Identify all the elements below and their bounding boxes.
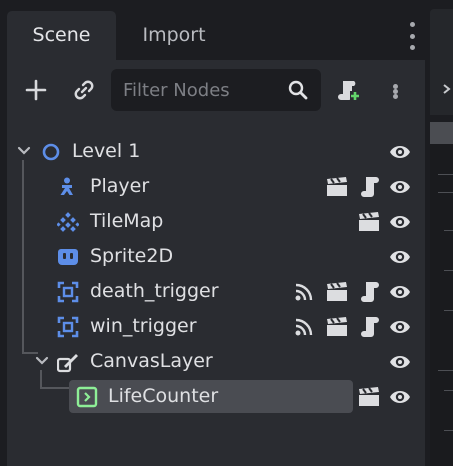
viewport-edge	[430, 9, 453, 466]
tree-node-player[interactable]: Player	[7, 169, 425, 204]
area2d-icon	[57, 316, 79, 338]
add-icon	[25, 79, 47, 101]
node-name: Level 1	[72, 140, 141, 162]
visibility-eye-icon[interactable]	[388, 246, 412, 268]
dock-menu-icon[interactable]	[407, 22, 417, 50]
open-scene-clapper-icon[interactable]	[357, 211, 381, 233]
sprite2d-icon	[58, 249, 78, 265]
chevron-down-icon[interactable]	[17, 144, 31, 158]
tree-node-sprite2d[interactable]: Sprite2D	[7, 239, 425, 274]
instantiate-scene-button[interactable]	[68, 74, 100, 106]
tree-node-tilemap[interactable]: TileMap	[7, 204, 425, 239]
tree-node-death-trigger[interactable]: death_trigger	[7, 274, 425, 309]
open-scene-clapper-icon[interactable]	[325, 316, 349, 338]
add-node-button[interactable]	[20, 74, 52, 106]
control-icon	[76, 386, 98, 408]
filter-nodes-input[interactable]	[123, 69, 283, 111]
attach-script-button[interactable]	[332, 74, 364, 106]
link-icon	[74, 80, 94, 100]
signals-icon[interactable]	[293, 316, 315, 338]
node-name: Player	[90, 175, 150, 197]
node-name: LifeCounter	[108, 385, 219, 407]
scene-toolbar	[7, 60, 425, 120]
node-name: win_trigger	[90, 315, 197, 337]
visibility-eye-icon[interactable]	[388, 141, 412, 163]
tab-scene[interactable]: Scene	[7, 11, 116, 60]
viewport-toolbar	[430, 9, 453, 115]
visibility-eye-icon[interactable]	[388, 176, 412, 198]
open-scene-clapper-icon[interactable]	[325, 281, 349, 303]
script-icon[interactable]	[360, 315, 380, 339]
filter-nodes-field	[111, 69, 321, 111]
add-script-icon	[338, 81, 360, 101]
tree-node-canvaslayer[interactable]: CanvasLayer	[7, 344, 425, 379]
tree-node-level-1[interactable]: Level 1	[7, 134, 425, 169]
vertical-ruler	[430, 144, 453, 466]
visibility-eye-icon[interactable]	[388, 386, 412, 408]
node-name: Sprite2D	[90, 245, 174, 267]
signals-icon[interactable]	[293, 281, 315, 303]
open-scene-clapper-icon[interactable]	[325, 176, 349, 198]
tilemap-icon	[57, 212, 79, 232]
chevron-down-icon[interactable]	[35, 354, 49, 368]
open-scene-clapper-icon[interactable]	[357, 386, 381, 408]
node-name: death_trigger	[90, 280, 219, 302]
area2d-icon	[57, 281, 79, 303]
tree-node-lifecounter[interactable]: LifeCounter	[7, 379, 425, 414]
script-icon[interactable]	[360, 175, 380, 199]
canvas-layer-icon	[57, 354, 78, 373]
search-icon[interactable]	[287, 79, 309, 101]
dock-tab-bar: Scene Import	[0, 0, 427, 60]
visibility-eye-icon[interactable]	[388, 211, 412, 233]
node-name: TileMap	[90, 210, 164, 232]
visibility-eye-icon[interactable]	[388, 351, 412, 373]
node2d-circle-icon	[42, 143, 60, 161]
more-options-button[interactable]	[388, 78, 402, 104]
scene-dock: Level 1 Player	[7, 60, 425, 466]
chevron-icon	[443, 84, 451, 94]
character-body-icon	[60, 177, 73, 195]
tree-node-win-trigger[interactable]: win_trigger	[7, 309, 425, 344]
node-name: CanvasLayer	[90, 350, 213, 372]
ruler-corner	[430, 122, 453, 144]
script-icon[interactable]	[360, 280, 380, 304]
tab-import[interactable]: Import	[116, 11, 232, 60]
visibility-eye-icon[interactable]	[388, 281, 412, 303]
visibility-eye-icon[interactable]	[388, 316, 412, 338]
